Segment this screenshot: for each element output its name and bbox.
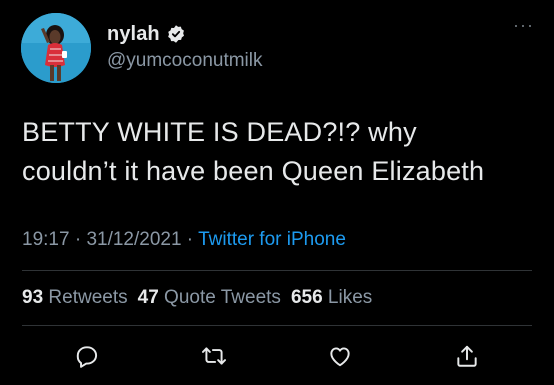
reply-button[interactable] (71, 340, 103, 372)
avatar[interactable] (21, 13, 91, 83)
more-horizontal-icon[interactable]: ··· (513, 16, 534, 34)
divider (22, 270, 532, 271)
tweet-source-link[interactable]: Twitter for iPhone (198, 229, 346, 250)
likes-stat[interactable]: 656 Likes (291, 287, 372, 308)
likes-label: Likes (327, 287, 373, 308)
avatar-image (21, 13, 91, 83)
engagement-stats: 93 Retweets 47 Quote Tweets 656 Likes (22, 287, 372, 309)
share-icon (457, 345, 477, 367)
like-button[interactable] (324, 340, 356, 372)
retweets-label: Retweets (48, 287, 128, 308)
retweet-button[interactable] (198, 340, 230, 372)
quote-tweets-count: 47 (137, 287, 159, 308)
tweet-date[interactable]: 31/12/2021 (86, 229, 181, 250)
likes-count: 656 (290, 287, 323, 308)
share-button[interactable] (451, 340, 483, 372)
action-bar (0, 340, 554, 374)
verified-badge-icon (166, 24, 186, 44)
like-icon (330, 347, 350, 367)
tweet-card: nylah @yumcoconutmilk ··· BETTY WHITE IS… (0, 0, 554, 385)
retweet-icon (201, 347, 227, 365)
tweet-text: BETTY WHITE IS DEAD?!? why couldn’t it h… (22, 113, 537, 191)
user-handle[interactable]: @yumcoconutmilk (107, 50, 263, 72)
reply-icon (76, 346, 98, 368)
meta-separator-2: · (181, 229, 199, 250)
tweet-text-line-2: couldn’t it have been Queen Elizabeth (22, 156, 485, 186)
quote-tweets-label: Quote Tweets (164, 287, 281, 308)
author-name-row: nylah (107, 20, 186, 48)
quote-tweets-stat[interactable]: 47 Quote Tweets (138, 287, 281, 308)
tweet-text-line-1: BETTY WHITE IS DEAD?!? why (22, 117, 417, 147)
divider (22, 325, 532, 326)
meta-separator: · (69, 229, 87, 250)
tweet-meta: 19:17 · 31/12/2021 · Twitter for iPhone (22, 229, 346, 251)
display-name[interactable]: nylah (107, 23, 160, 46)
retweets-stat[interactable]: 93 Retweets (22, 287, 128, 308)
tweet-time[interactable]: 19:17 (22, 229, 70, 250)
retweets-count: 93 (22, 287, 44, 308)
